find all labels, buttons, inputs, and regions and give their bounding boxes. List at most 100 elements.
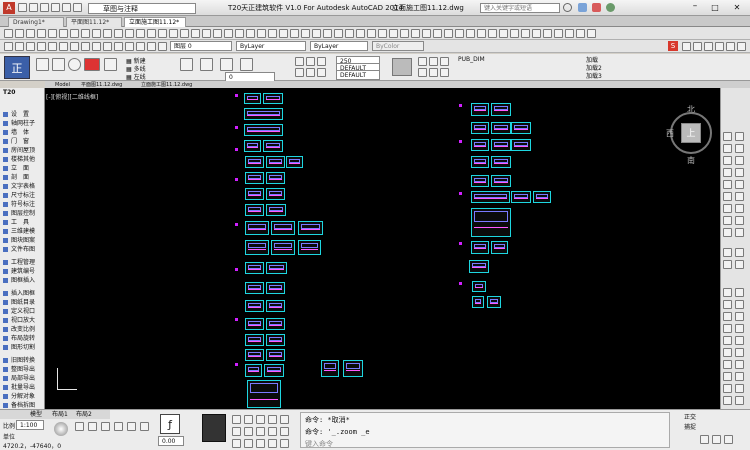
status-icon[interactable] — [280, 415, 289, 424]
rotate-icon[interactable] — [220, 58, 233, 71]
sidebar-item[interactable]: 门 窗 — [3, 137, 43, 146]
tool-icon[interactable] — [723, 156, 732, 165]
lock-icon[interactable] — [317, 68, 326, 77]
tool-icon[interactable] — [735, 384, 744, 393]
doc-tab-drawing1[interactable]: Drawing1* — [8, 17, 64, 27]
drawing-sheet[interactable] — [487, 296, 501, 308]
tool-icon[interactable] — [723, 192, 732, 201]
drawing-sheet[interactable] — [245, 364, 262, 377]
drawing-sheet[interactable] — [244, 140, 261, 152]
move-icon[interactable] — [180, 58, 193, 71]
toolbar-icon[interactable] — [125, 29, 134, 38]
circle-icon[interactable] — [68, 58, 81, 71]
drawing-sheet[interactable] — [511, 191, 531, 203]
toolbar-icon[interactable] — [554, 29, 563, 38]
sidebar-item[interactable]: 符号标注 — [3, 200, 43, 209]
polyline-icon[interactable] — [52, 58, 65, 71]
layout1-tab[interactable]: 布局1 — [52, 410, 68, 419]
drawing-sheet[interactable] — [472, 281, 486, 292]
drawing-sheet[interactable] — [245, 156, 264, 168]
drawing-sheet[interactable] — [245, 262, 264, 274]
tool-icon[interactable] — [723, 144, 732, 153]
toolbar-icon[interactable] — [37, 42, 46, 51]
close-button[interactable]: ✕ — [727, 2, 747, 13]
tool-icon[interactable] — [735, 228, 744, 237]
tool-icon[interactable] — [735, 396, 744, 405]
sidebar-item[interactable]: 墙 体 — [3, 128, 43, 137]
toolbar-icon[interactable] — [59, 42, 68, 51]
drawing-sheet[interactable] — [266, 204, 286, 216]
drawing-sheet[interactable] — [491, 175, 511, 187]
tool-icon[interactable] — [735, 216, 744, 225]
sidebar-item[interactable]: 图框插入 — [3, 276, 43, 285]
tool-icon[interactable] — [723, 132, 732, 141]
toolbar-icon[interactable] — [488, 29, 497, 38]
drawing-sheet[interactable] — [244, 93, 261, 104]
toolbar-icon[interactable] — [290, 29, 299, 38]
drawing-sheet[interactable] — [266, 282, 285, 294]
tool-icon[interactable] — [723, 228, 732, 237]
drawing-sheet[interactable] — [471, 122, 489, 134]
sidebar-item[interactable]: 改变比例 — [3, 325, 43, 334]
annotation-value[interactable]: 0.00 — [158, 436, 184, 446]
sidebar-item[interactable]: 楼梯其他 — [3, 155, 43, 164]
viewcube[interactable]: 北 西 上 南 — [666, 104, 718, 165]
drawing-sheet[interactable] — [266, 172, 285, 184]
tool-icon[interactable] — [723, 336, 732, 345]
toolbar-icon[interactable] — [444, 29, 453, 38]
drawing-sheet[interactable] — [511, 139, 531, 151]
toolbar-icon[interactable] — [235, 29, 244, 38]
color-combo[interactable]: ByLayer — [236, 41, 306, 51]
drawing-sheet[interactable] — [469, 260, 489, 273]
save-icon[interactable] — [40, 3, 49, 12]
drawing-sheet[interactable] — [245, 318, 264, 330]
toolbar-icon[interactable] — [48, 42, 57, 51]
tool-icon[interactable] — [723, 312, 732, 321]
toolbar-icon[interactable] — [726, 42, 735, 51]
sidebar-item[interactable]: 布局旋转 — [3, 334, 43, 343]
drawing-sheet[interactable] — [266, 300, 285, 312]
toolbar-icon[interactable] — [136, 42, 145, 51]
drawing-sheet[interactable] — [264, 364, 284, 377]
doc-tab-plan[interactable]: 平面图11.12* — [66, 17, 122, 27]
sidebar-item[interactable]: 工程管理 — [3, 258, 43, 267]
sidebar-item[interactable]: 图纸目录 — [3, 298, 43, 307]
toolbar-icon[interactable] — [389, 29, 398, 38]
toolbar-icon[interactable] — [147, 29, 156, 38]
toolbar-icon[interactable] — [334, 29, 343, 38]
sidebar-item[interactable]: 轴网柱子 — [3, 119, 43, 128]
tianzheng-big-icon[interactable]: 正 — [4, 56, 30, 79]
drawing-sheet[interactable] — [271, 221, 295, 235]
tool-icon[interactable] — [735, 360, 744, 369]
tool-icon[interactable] — [723, 324, 732, 333]
toolbar-icon[interactable] — [202, 29, 211, 38]
sidebar-item[interactable]: 定义视口 — [3, 307, 43, 316]
toolbar-icon[interactable] — [257, 29, 266, 38]
status-icon[interactable] — [700, 435, 709, 444]
sidebar-item[interactable]: 旧图转换 — [3, 356, 43, 365]
drawing-sheet[interactable] — [471, 156, 489, 168]
toolbar-icon[interactable] — [345, 29, 354, 38]
lightbulb-icon[interactable] — [295, 68, 304, 77]
tool-icon[interactable] — [723, 396, 732, 405]
drawing-sheet[interactable] — [244, 108, 283, 120]
rectangle-icon[interactable] — [84, 58, 100, 71]
drawing-sheet[interactable] — [491, 241, 508, 254]
status-icon[interactable] — [101, 422, 110, 431]
drawing-sheet[interactable] — [245, 172, 264, 184]
drawing-sheet[interactable] — [471, 103, 489, 116]
toolbar-icon[interactable] — [268, 29, 277, 38]
status-icon[interactable] — [712, 435, 721, 444]
tool-icon[interactable] — [735, 300, 744, 309]
hatch-icon[interactable] — [104, 58, 117, 71]
toolbar-icon[interactable] — [246, 29, 255, 38]
search-input[interactable]: 键入关键字或短语 — [480, 3, 560, 13]
drawing-sheet[interactable] — [491, 122, 511, 134]
tool-icon[interactable] — [723, 216, 732, 225]
tool-icon[interactable] — [735, 324, 744, 333]
sidebar-item[interactable]: 文件布图 — [3, 245, 43, 254]
drawing-sheet[interactable] — [471, 191, 510, 203]
exchange-icon[interactable] — [592, 3, 601, 12]
toolbar-icon[interactable] — [312, 29, 321, 38]
toolbar-icon[interactable] — [4, 29, 13, 38]
